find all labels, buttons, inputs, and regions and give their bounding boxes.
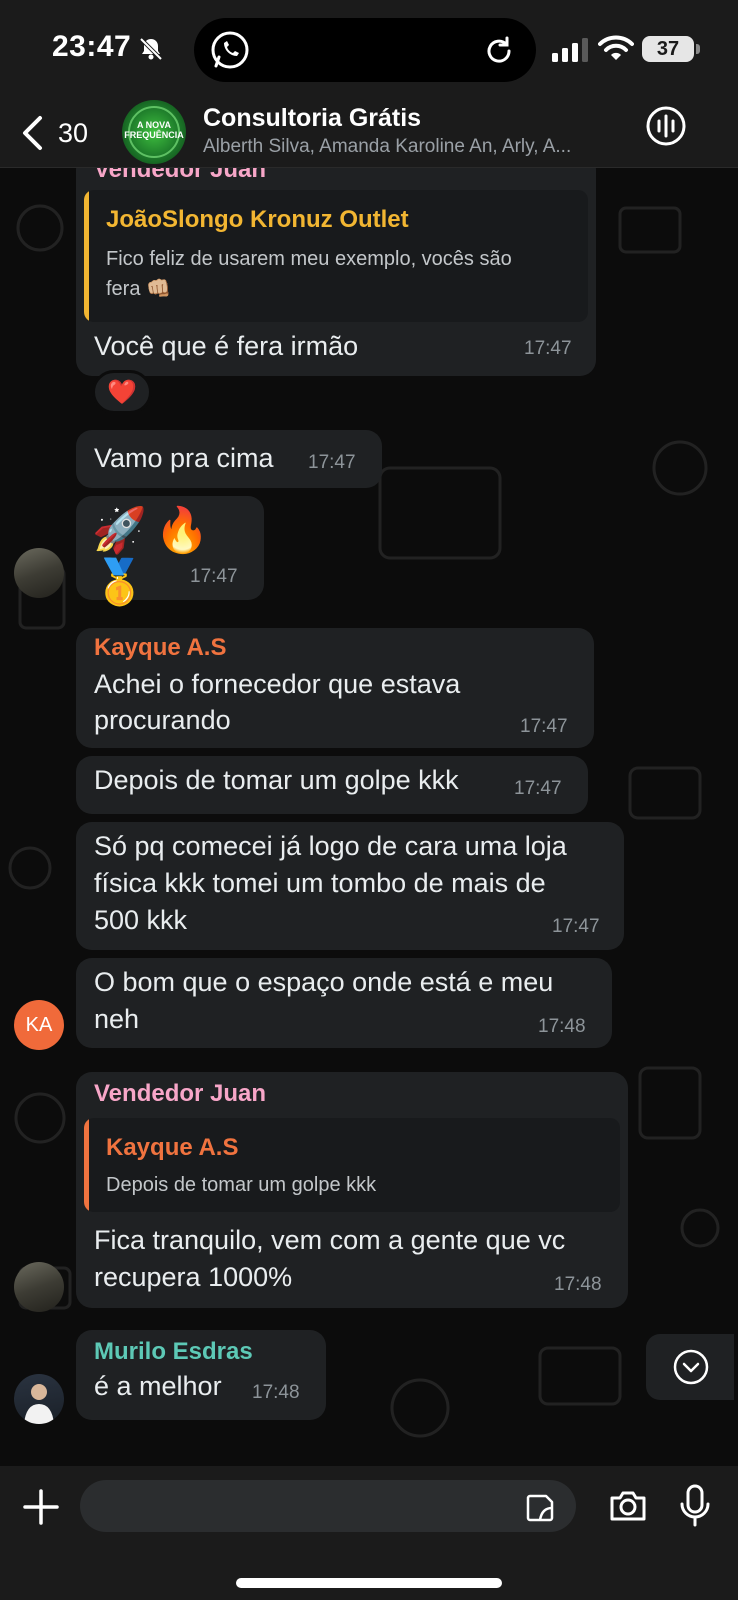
chat-title[interactable]: Consultoria Grátis xyxy=(203,104,421,133)
message-bubble[interactable]: Depois de tomar um golpe kkk 17:47 xyxy=(76,756,588,814)
quoted-message[interactable]: Kayque A.S Depois de tomar um golpe kkk xyxy=(84,1118,620,1212)
message-time: 17:47 xyxy=(524,338,572,359)
avatar-kayque[interactable]: KA xyxy=(14,1000,64,1050)
quote-text: Depois de tomar um golpe kkk xyxy=(106,1174,377,1196)
message-text: Só pq comecei já logo de cara uma loja xyxy=(94,831,567,861)
message-time: 17:48 xyxy=(538,1016,586,1037)
message-time: 17:47 xyxy=(190,566,238,587)
group-avatar[interactable]: A NOVA FREQUÊNCIA xyxy=(122,100,186,164)
chevron-down-circle-icon xyxy=(673,1349,709,1385)
sticker-icon[interactable] xyxy=(524,1492,556,1524)
message-bubble[interactable]: Só pq comecei já logo de cara uma loja f… xyxy=(76,822,624,950)
sender-name: Vendedor Juan xyxy=(94,168,267,183)
quote-text: fera 👊🏼 xyxy=(106,278,171,300)
status-time: 23:47 xyxy=(52,30,132,63)
message-bubble[interactable]: Kayque A.S Achei o fornecedor que estava… xyxy=(76,628,594,748)
bell-muted-icon xyxy=(139,37,163,61)
message-bubble[interactable]: Vamo pra cima 17:47 xyxy=(76,430,382,488)
message-bubble[interactable]: Vendedor Juan Kayque A.S Depois de tomar… xyxy=(76,1072,628,1308)
avatar-murilo-esdras[interactable] xyxy=(14,1374,64,1424)
camera-icon[interactable] xyxy=(608,1486,648,1526)
message-bubble[interactable]: 🚀🔥🥇 17:47 xyxy=(76,496,264,607)
composer-bar xyxy=(0,1466,738,1600)
home-indicator xyxy=(236,1578,502,1588)
voice-chat-icon[interactable] xyxy=(644,104,688,148)
message-text: física kkk tomei um tombo de mais de xyxy=(94,868,546,898)
plus-icon[interactable] xyxy=(20,1486,62,1528)
signal-icon xyxy=(552,38,588,62)
status-bar: 23:47 37 xyxy=(0,0,738,100)
group-avatar-text: FREQUÊNCIA xyxy=(124,130,184,140)
message-list[interactable]: Vendedor Juan JoãoSlongo Kronuz Outlet F… xyxy=(0,168,738,1466)
message-text: Vamo pra cima xyxy=(94,443,274,473)
quote-sender: Kayque A.S xyxy=(106,1134,239,1161)
quote-text: Fico feliz de usarem meu exemplo, vocês … xyxy=(106,248,512,270)
message-time: 17:48 xyxy=(252,1382,300,1403)
avatar-vendedor-juan[interactable] xyxy=(14,1262,64,1312)
reaction-heart[interactable]: ❤️ xyxy=(92,370,152,414)
message-text: neh xyxy=(94,1004,140,1034)
whatsapp-icon xyxy=(211,31,249,69)
chat-members[interactable]: Alberth Silva, Amanda Karoline An, Arly,… xyxy=(203,136,623,158)
back-button[interactable]: 30 xyxy=(18,110,98,156)
message-time: 17:47 xyxy=(552,916,600,937)
message-text: Achei o fornecedor que estava xyxy=(94,669,461,699)
message-text: Você que é fera irmão xyxy=(94,331,359,361)
message-text: Depois de tomar um golpe kkk xyxy=(94,765,459,795)
quoted-message[interactable]: JoãoSlongo Kronuz Outlet Fico feliz de u… xyxy=(84,190,588,322)
dynamic-island xyxy=(194,18,536,82)
message-time: 17:47 xyxy=(308,452,356,473)
chat-header: 30 A NOVA FREQUÊNCIA Consultoria Grátis … xyxy=(0,100,738,168)
unread-count: 30 xyxy=(58,117,89,148)
message-text: procurando xyxy=(94,705,231,735)
sender-name: Murilo Esdras xyxy=(94,1338,253,1365)
message-text: O bom que o espaço onde está e meu xyxy=(94,967,554,997)
scroll-to-bottom-button[interactable] xyxy=(646,1334,734,1400)
message-time: 17:48 xyxy=(554,1274,602,1295)
person-silhouette xyxy=(24,1384,54,1424)
emoji-message: 🚀🔥🥇 xyxy=(92,506,218,607)
message-text: Fica tranquilo, vem com a gente que vc xyxy=(94,1225,566,1255)
avatar-vendedor-juan[interactable] xyxy=(14,548,64,598)
quote-sender: JoãoSlongo Kronuz Outlet xyxy=(106,206,409,233)
message-input[interactable] xyxy=(80,1480,576,1532)
message-bubble[interactable]: Vendedor Juan JoãoSlongo Kronuz Outlet F… xyxy=(76,168,596,376)
message-bubble[interactable]: O bom que o espaço onde está e meu neh 1… xyxy=(76,958,612,1048)
wifi-icon xyxy=(598,35,634,60)
message-text: recupera 1000% xyxy=(94,1262,293,1292)
sync-icon xyxy=(487,36,511,63)
sender-name: Vendedor Juan xyxy=(94,1080,267,1107)
message-bubble[interactable]: Murilo Esdras é a melhor 17:48 xyxy=(76,1330,326,1420)
sender-name: Kayque A.S xyxy=(94,634,227,661)
microphone-icon[interactable] xyxy=(678,1484,712,1528)
message-text: é a melhor xyxy=(94,1371,222,1401)
message-time: 17:47 xyxy=(520,716,568,737)
group-avatar-text: A NOVA xyxy=(136,120,171,130)
message-text: 500 kkk xyxy=(94,905,188,935)
message-time: 17:47 xyxy=(514,778,562,799)
battery-indicator: 37 xyxy=(642,36,700,62)
chevron-left-icon xyxy=(23,116,42,150)
